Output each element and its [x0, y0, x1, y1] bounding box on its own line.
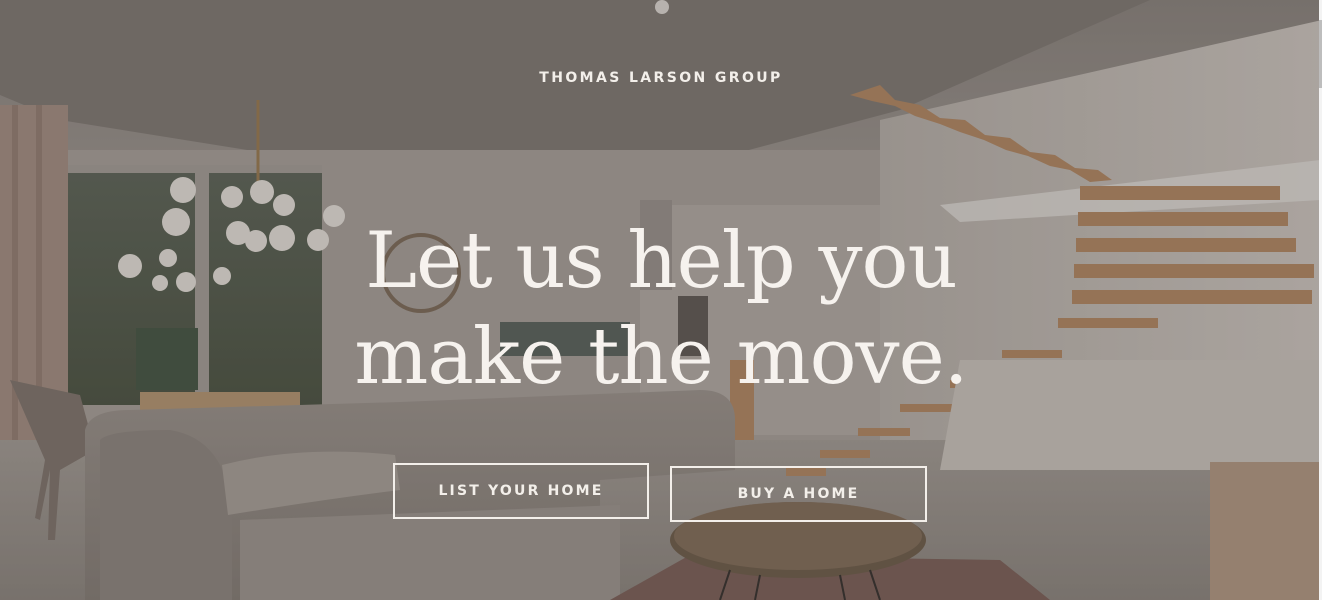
list-your-home-button[interactable]: LIST YOUR HOME — [393, 463, 649, 519]
hero-headline: Let us help you make the move. — [0, 213, 1322, 405]
brand-logo-text[interactable]: THOMAS LARSON GROUP — [0, 70, 1322, 86]
headline-line-1: Let us help you — [365, 216, 957, 306]
buy-a-home-button[interactable]: BUY A HOME — [670, 466, 927, 522]
hero-section: THOMAS LARSON GROUP Let us help you make… — [0, 0, 1322, 600]
headline-line-2: make the move. — [354, 312, 968, 402]
